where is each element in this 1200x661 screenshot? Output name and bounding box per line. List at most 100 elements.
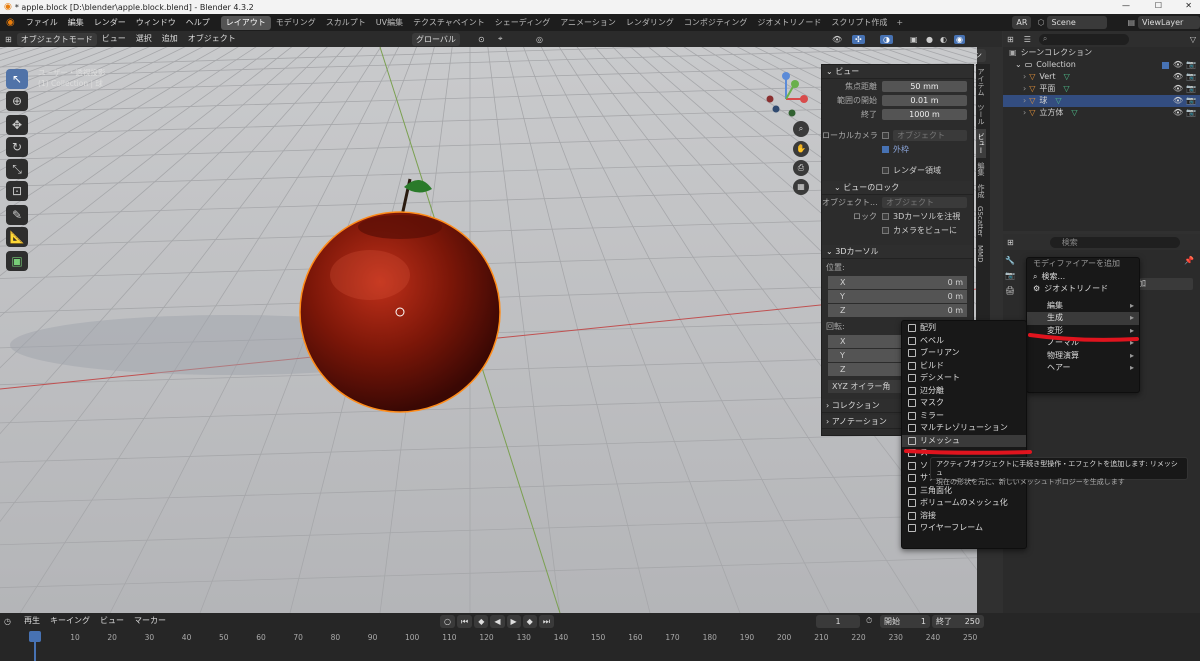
filter-icon[interactable]: ▽ <box>1190 35 1196 44</box>
menu-edit[interactable]: 編集 <box>63 14 89 31</box>
modifier-category-item[interactable]: 編集 ▸ <box>1027 300 1139 313</box>
annotate-tool-icon[interactable]: ✎ <box>6 205 28 225</box>
outliner-collection[interactable]: ⌄ ▭ Collection 👁 📷 <box>1003 59 1200 71</box>
menu-render[interactable]: レンダー <box>89 14 131 31</box>
camera-icon[interactable]: 📷 <box>1186 95 1196 107</box>
object-menu[interactable]: オブジェクト <box>183 31 241 47</box>
tab-modeling[interactable]: モデリング <box>271 16 321 30</box>
transform-tool-icon[interactable]: ⊡ <box>6 181 28 201</box>
snap-icon[interactable]: ⌖ <box>498 34 503 44</box>
rotate-tool-icon[interactable]: ↻ <box>6 137 28 157</box>
gizmo-icon[interactable]: ✣ <box>852 34 865 44</box>
add-workspace-icon[interactable]: + <box>892 18 907 27</box>
render-region-checkbox[interactable] <box>882 167 889 174</box>
minimize-button[interactable]: — <box>1122 1 1130 10</box>
shading-rendered-icon[interactable]: ◉ <box>954 34 965 44</box>
3d-cursor-header[interactable]: ⌄ 3Dカーソル <box>822 245 973 259</box>
outside-checkbox[interactable] <box>882 146 889 153</box>
camera-icon[interactable]: 📷 <box>1186 107 1196 119</box>
editor-type-icon[interactable]: ⊞ <box>0 35 17 44</box>
shading-solid-icon[interactable]: ● <box>926 35 933 44</box>
visibility-icon[interactable]: 👁 <box>832 35 842 44</box>
scale-tool-icon[interactable]: ⤡ <box>6 159 28 179</box>
lock-camera-checkbox[interactable] <box>882 227 889 234</box>
generate-menu-item[interactable]: ボリュームのメッシュ化 <box>902 497 1026 510</box>
select-tool-icon[interactable]: ↖ <box>6 69 28 89</box>
local-camera-checkbox[interactable] <box>882 132 889 139</box>
measure-tool-icon[interactable]: 📐 <box>6 227 28 247</box>
tab-tool[interactable]: ツール <box>976 100 986 129</box>
view-lock-header[interactable]: ⌄ ビューのロック <box>822 181 973 195</box>
outliner-search-input[interactable]: ⌕ <box>1038 33 1129 45</box>
orientation-dropdown[interactable]: グローバル <box>412 32 460 46</box>
eye-icon[interactable]: 👁 <box>1173 107 1183 119</box>
outliner-item[interactable]: › ▽ 立方体 ▽ 👁 📷 <box>1003 107 1200 119</box>
navigation-gizmo[interactable] <box>758 69 818 129</box>
tab-item[interactable]: アイテム <box>976 64 986 100</box>
add-menu[interactable]: 追加 <box>157 31 183 47</box>
camera-icon[interactable]: 📷 <box>1186 71 1196 83</box>
modifier-category-item[interactable]: 生成 ▸ <box>1027 312 1139 325</box>
outliner-root[interactable]: ▣ シーンコレクション <box>1003 47 1200 59</box>
geometry-nodes-item[interactable]: ⚙ ジオメトリノード <box>1027 283 1139 296</box>
language-dropdown[interactable]: AR <box>1012 16 1032 29</box>
cursor-z-field[interactable]: Z0 m <box>828 304 967 317</box>
focal-length-field[interactable]: 50 mm <box>882 81 967 92</box>
collection-checkbox[interactable] <box>1161 61 1169 69</box>
clip-start-field[interactable]: 0.01 m <box>882 95 967 106</box>
generate-menu-item[interactable]: 溶接 <box>902 510 1026 523</box>
lock-cursor-checkbox[interactable] <box>882 213 889 220</box>
cursor-y-field[interactable]: Y0 m <box>828 290 967 303</box>
properties-editor-icon[interactable]: ⊞ <box>1007 238 1014 247</box>
outliner-item[interactable]: › ▽ Vert ▽ 👁 📷 <box>1003 71 1200 83</box>
outliner-display-icon[interactable]: ☰ <box>1024 35 1031 44</box>
tab-view[interactable]: ビュー <box>976 129 986 158</box>
tab-gscatter[interactable]: GScatter <box>976 202 984 241</box>
output-tab-icon[interactable]: 🖨 <box>1005 286 1019 295</box>
tab-texture-paint[interactable]: テクスチャペイント <box>408 16 490 30</box>
maximize-button[interactable]: ☐ <box>1155 1 1162 10</box>
cursor-x-field[interactable]: X0 m <box>828 276 967 289</box>
eye-icon[interactable]: 👁 <box>1173 83 1183 95</box>
tab-uv[interactable]: UV編集 <box>371 16 408 30</box>
zoom-icon[interactable]: ⌕ <box>793 121 809 137</box>
mode-dropdown[interactable]: オブジェクトモード <box>16 32 97 46</box>
tab-geometry-nodes[interactable]: ジオメトリノード <box>752 16 826 30</box>
add-modifier-field[interactable]: 加 <box>1135 278 1193 290</box>
viewlayer-field[interactable]: ViewLayer <box>1138 16 1200 29</box>
tab-scripting[interactable]: スクリプト作成 <box>826 16 892 30</box>
outliner-item[interactable]: › ▽ 球 ▽ 👁 📷 <box>1003 95 1200 107</box>
tab-create[interactable]: 作成 <box>976 180 986 202</box>
shading-material-icon[interactable]: ◐ <box>940 35 947 44</box>
eye-icon[interactable]: 👁 <box>1173 59 1183 71</box>
render-tab-icon[interactable]: 📷 <box>1005 271 1019 280</box>
tab-mmd[interactable]: MMD <box>976 241 984 266</box>
cursor-tool-icon[interactable]: ⊕ <box>6 91 28 111</box>
outliner-editor-icon[interactable]: ⊞ <box>1007 35 1014 44</box>
camera-icon[interactable]: 📷 <box>1186 83 1196 95</box>
xray-icon[interactable]: ▣ <box>910 35 918 44</box>
blender-menu-icon[interactable]: ◉ <box>0 17 21 28</box>
eye-icon[interactable]: 👁 <box>1173 71 1183 83</box>
local-camera-field[interactable]: オブジェクト <box>893 130 967 141</box>
pin-icon[interactable]: 📌 <box>1184 256 1194 265</box>
view-section-header[interactable]: ⌄ ビュー <box>822 65 973 79</box>
timeline-ruler[interactable]: 1102030405060708090100110120130140150160… <box>0 613 1000 661</box>
camera-view-icon[interactable]: ⎙ <box>793 160 809 176</box>
scene-field[interactable]: Scene <box>1047 16 1108 29</box>
tab-compositing[interactable]: コンポジティング <box>679 16 753 30</box>
close-button[interactable]: ✕ <box>1185 1 1192 10</box>
tool-tab-icon[interactable]: 🔧 <box>1005 256 1019 265</box>
eye-icon[interactable]: 👁 <box>1173 95 1183 107</box>
properties-search-input[interactable]: 検索 <box>1049 236 1180 248</box>
camera-icon[interactable]: 📷 <box>1186 59 1196 71</box>
select-menu[interactable]: 選択 <box>131 31 157 47</box>
pivot-icon[interactable]: ⊙ <box>478 35 485 44</box>
overlay-icon[interactable]: ◑ <box>880 34 893 44</box>
tab-sculpt[interactable]: スカルプト <box>321 16 371 30</box>
menu-help[interactable]: ヘルプ <box>181 14 215 31</box>
generate-menu-item[interactable]: ワイヤーフレーム <box>902 522 1026 535</box>
pan-icon[interactable]: ✋ <box>793 141 809 157</box>
outliner-item[interactable]: › ▽ 平面 ▽ 👁 📷 <box>1003 83 1200 95</box>
lock-object-field[interactable]: オブジェクト <box>882 197 967 208</box>
